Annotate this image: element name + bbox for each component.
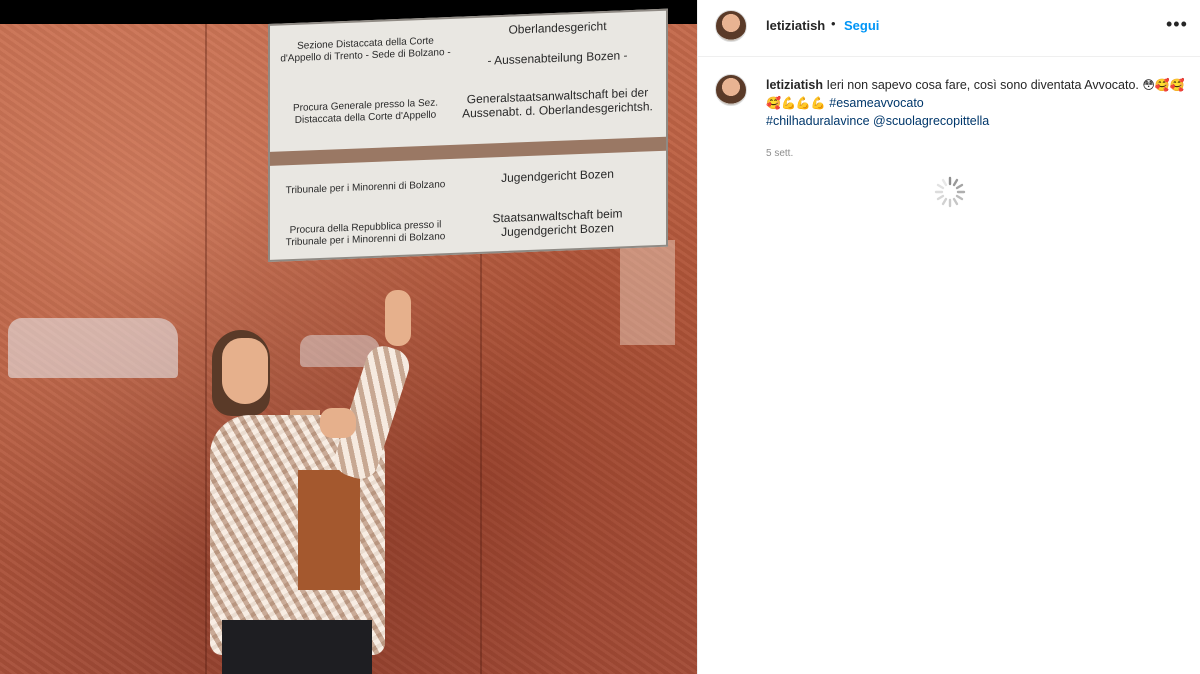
woman-pointing [200,290,440,674]
mention-link[interactable]: @scuolagrecopittella [873,114,989,128]
face [222,338,268,404]
sign-text-it: Sezione Distaccata della Corte d'Appello… [280,35,451,65]
reflection-panel [620,240,675,345]
post-timestamp[interactable]: 5 sett. [766,148,793,159]
caption-body: Ieri non sapevo cosa fare, così sono div… [822,78,1143,92]
separator-dot: • [831,16,836,31]
loading-spinner-icon [934,176,966,208]
sign-text-it: Tribunale per i Minorenni di Bolzano [285,179,446,197]
sign-text-it: Procura Generale presso la Sez. Distacca… [292,97,439,126]
sign-text-de: Oberlandesgericht [508,18,607,37]
pointing-hand [320,408,356,438]
sign-text-de: Generalstaatsanwaltschaft bei der Aussen… [462,85,653,121]
header-username[interactable]: letiziatish [766,18,825,33]
post-header: letiziatish • Segui ••• [698,0,1200,57]
caption-username[interactable]: letiziatish [766,78,823,92]
pants [222,620,372,674]
hashtag-link[interactable]: #esameavvocato [829,96,924,110]
sign-text-de: Staatsanwaltschaft beim Jugendgericht Bo… [492,206,623,240]
sign-text-it: Procura della Repubblica presso il Tribu… [285,219,446,249]
shirt [298,470,360,590]
pointing-hand [385,290,411,346]
more-options-icon[interactable]: ••• [1166,14,1188,35]
reflection-van [8,318,178,378]
sign-text-de: Jugendgericht Bozen [501,166,614,186]
sign-text-de: - Aussenabteilung Bozen - [487,48,628,68]
post-side-panel: letiziatish • Segui ••• letiziatish Ieri… [697,0,1200,674]
hashtag-link[interactable]: #chilhaduralavince [766,114,870,128]
caption-text: letiziatish Ieri non sapevo cosa fare, c… [766,76,1186,130]
avatar[interactable] [715,74,747,106]
avatar[interactable] [715,10,747,42]
follow-button[interactable]: Segui [844,18,879,33]
post-photo[interactable]: Sezione Distaccata della Corte d'Appello… [0,0,697,674]
court-sign: Sezione Distaccata della Corte d'Appello… [268,8,668,263]
